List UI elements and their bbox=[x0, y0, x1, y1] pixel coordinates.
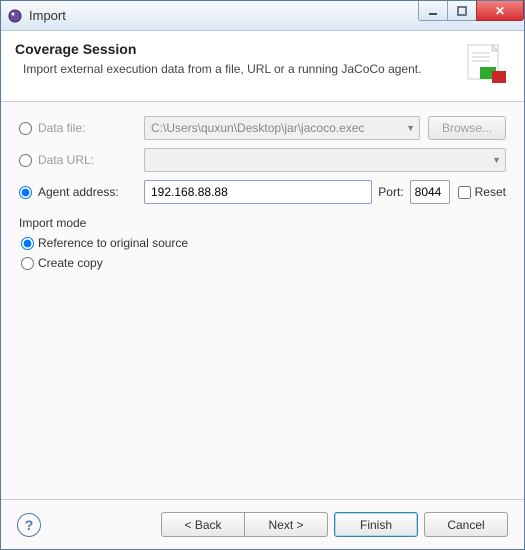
close-button[interactable]: ✕ bbox=[476, 1, 524, 21]
create-copy-radio[interactable] bbox=[21, 257, 34, 270]
page-title: Coverage Session bbox=[15, 41, 462, 57]
data-url-radio[interactable] bbox=[19, 154, 32, 167]
cancel-button[interactable]: Cancel bbox=[424, 512, 508, 537]
finish-button[interactable]: Finish bbox=[334, 512, 418, 537]
data-file-combo[interactable]: C:\Users\quxun\Desktop\jar\jacoco.exec ▼ bbox=[144, 116, 420, 140]
data-url-label: Data URL: bbox=[38, 153, 144, 167]
reference-source-radio[interactable] bbox=[21, 237, 34, 250]
chevron-down-icon: ▼ bbox=[406, 123, 415, 133]
port-input[interactable] bbox=[410, 180, 450, 204]
maximize-button[interactable] bbox=[447, 1, 477, 21]
footer: ? < Back Next > Finish Cancel bbox=[1, 499, 524, 549]
data-url-combo[interactable]: ▼ bbox=[144, 148, 506, 172]
data-file-value: C:\Users\quxun\Desktop\jar\jacoco.exec bbox=[151, 121, 364, 135]
window-title: Import bbox=[29, 8, 419, 23]
minimize-button[interactable] bbox=[418, 1, 448, 21]
coverage-icon bbox=[462, 41, 510, 89]
data-file-label: Data file: bbox=[38, 121, 144, 135]
import-mode-group-label: Import mode bbox=[19, 216, 506, 230]
help-icon[interactable]: ? bbox=[17, 513, 41, 537]
agent-address-label: Agent address: bbox=[38, 185, 144, 199]
banner: Coverage Session Import external executi… bbox=[1, 31, 524, 102]
agent-address-radio[interactable] bbox=[19, 186, 32, 199]
browse-button[interactable]: Browse... bbox=[428, 116, 506, 140]
content-area: Data file: C:\Users\quxun\Desktop\jar\ja… bbox=[1, 102, 524, 499]
reference-source-label: Reference to original source bbox=[38, 236, 188, 250]
app-icon bbox=[7, 8, 23, 24]
data-file-radio[interactable] bbox=[19, 122, 32, 135]
import-dialog: Import ✕ Coverage Session Import externa… bbox=[0, 0, 525, 550]
port-label: Port: bbox=[378, 185, 403, 199]
page-description: Import external execution data from a fi… bbox=[15, 61, 462, 78]
agent-address-input[interactable] bbox=[144, 180, 372, 204]
create-copy-label: Create copy bbox=[38, 256, 103, 270]
next-button[interactable]: Next > bbox=[244, 512, 328, 537]
reset-label: Reset bbox=[475, 185, 506, 199]
back-button[interactable]: < Back bbox=[161, 512, 245, 537]
window-controls: ✕ bbox=[419, 1, 524, 30]
titlebar: Import ✕ bbox=[1, 1, 524, 31]
reset-checkbox[interactable] bbox=[458, 186, 471, 199]
chevron-down-icon: ▼ bbox=[492, 155, 501, 165]
